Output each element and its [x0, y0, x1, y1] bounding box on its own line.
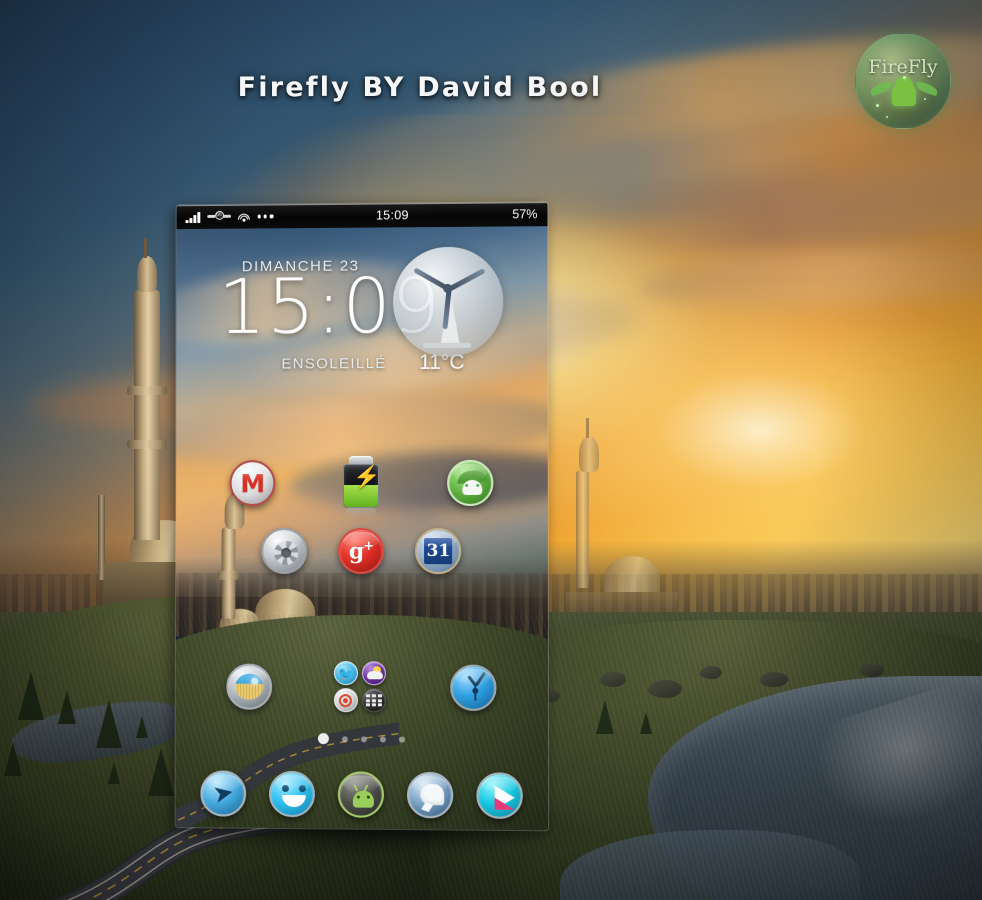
tree: [18, 672, 44, 720]
twitter-bird-icon[interactable]: 🐦: [334, 661, 358, 685]
status-bar[interactable]: 66 15:09 57%: [177, 202, 548, 229]
calendar-icon[interactable]: 31: [415, 528, 461, 574]
phone-mockup: 66 15:09 57% DIMANCHE 23 15:09 ENSOLEILL…: [176, 202, 549, 830]
phone-screen[interactable]: 66 15:09 57% DIMANCHE 23 15:09 ENSOLEILL…: [176, 202, 549, 830]
gear-icon[interactable]: [261, 528, 307, 574]
google-plus-icon[interactable]: g+: [338, 528, 384, 574]
tree: [136, 716, 148, 738]
winged-route-badge-icon: 66: [207, 211, 231, 223]
rock: [600, 672, 626, 687]
tree: [58, 690, 76, 724]
gmail-icon[interactable]: M: [230, 460, 276, 506]
rock: [700, 666, 722, 679]
page-indicator[interactable]: [176, 732, 548, 745]
weather-cloud-sun-icon[interactable]: [362, 661, 386, 685]
page-dot[interactable]: [379, 736, 385, 742]
gallery-beach-icon[interactable]: [227, 664, 273, 710]
bolt-glyph: ⚡: [353, 466, 380, 488]
android-green-icon[interactable]: [447, 460, 493, 506]
home-row-3: 🐦: [176, 657, 548, 717]
spark-icon: [886, 116, 888, 118]
wing-icon: [869, 81, 893, 96]
tree: [96, 700, 122, 748]
windmill-icon: [393, 247, 503, 358]
grid-keyboard-icon[interactable]: [362, 688, 386, 712]
android-robot-icon: [892, 82, 916, 106]
spark-icon: [903, 76, 906, 79]
phone-handset-icon[interactable]: ➤: [201, 770, 247, 816]
tree: [596, 700, 614, 734]
wing-icon: [915, 81, 939, 96]
home-row-2: g+ 31: [176, 523, 548, 579]
calendar-day: 31: [424, 538, 452, 564]
analog-clock-icon[interactable]: [450, 665, 496, 711]
tree: [108, 762, 120, 784]
status-bar-time: 15:09: [273, 207, 512, 223]
signal-bars-icon: [185, 212, 199, 223]
spark-icon: [876, 104, 879, 107]
dock: ➤: [176, 764, 549, 825]
tree: [640, 712, 652, 734]
play-store-icon[interactable]: [476, 772, 522, 819]
page-dot[interactable]: [341, 736, 347, 742]
wifi-icon: [237, 212, 250, 222]
rock: [760, 672, 788, 687]
speech-bubble-icon[interactable]: [407, 772, 453, 819]
firefly-logo[interactable]: FireFly: [855, 33, 951, 129]
page-dot[interactable]: [360, 736, 366, 742]
smiley-face-icon[interactable]: [269, 771, 315, 817]
widget-condition: ENSOLEILLÉ: [281, 355, 386, 372]
gmail-letter: M: [240, 471, 265, 496]
folder-icon[interactable]: 🐦: [331, 661, 391, 713]
page-dot-active[interactable]: [317, 733, 328, 744]
page-title: Firefly BY David Bool: [0, 72, 840, 103]
tree: [4, 742, 22, 776]
clock-weather-widget[interactable]: DIMANCHE 23 15:09 ENSOLEILLÉ 11°C: [176, 250, 547, 392]
three-dots-icon: [257, 215, 273, 218]
rock: [648, 680, 682, 698]
spark-icon: [924, 98, 926, 100]
home-row-1: M ⚡: [176, 455, 548, 511]
rock: [860, 664, 884, 677]
gplus-plus: +: [363, 539, 373, 554]
gplus-letter: g: [349, 538, 363, 564]
status-bar-battery: 57%: [512, 207, 547, 221]
firefly-logo-label: FireFly: [856, 56, 950, 78]
page-dot[interactable]: [398, 736, 404, 742]
android-robot-icon[interactable]: [338, 771, 384, 818]
battery-charging-icon[interactable]: ⚡: [340, 456, 382, 510]
tree: [148, 748, 174, 796]
target-icon[interactable]: [334, 688, 358, 712]
mosque-silhouette-far: [560, 470, 680, 620]
phone-glyph: ➤: [212, 781, 234, 806]
